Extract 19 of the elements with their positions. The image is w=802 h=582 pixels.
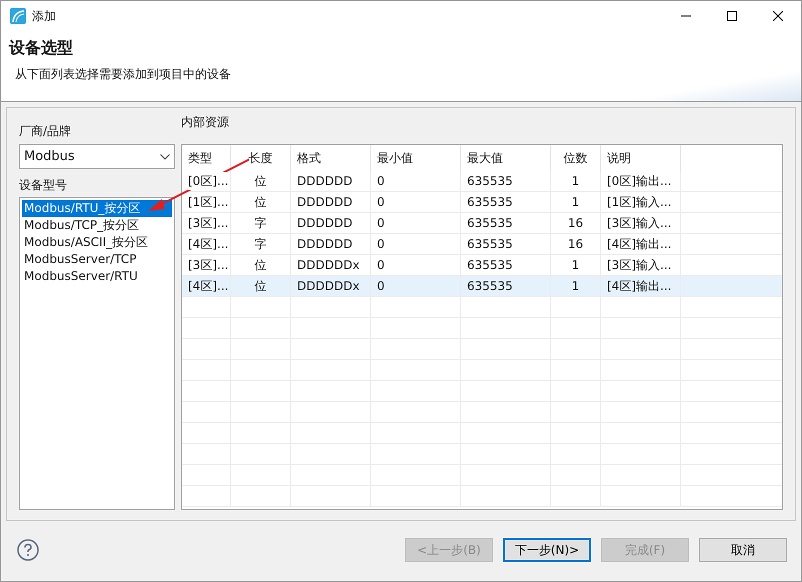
window-title: 添加: [32, 8, 56, 25]
dialog-button[interactable]: 取消: [699, 538, 787, 562]
close-icon: [773, 11, 783, 21]
help-icon[interactable]: [17, 539, 39, 561]
chevron-icon: [160, 154, 170, 160]
list-item[interactable]: Modbus/TCP_按分区: [22, 217, 172, 234]
maximize-icon: [727, 11, 737, 21]
page-subtitle: 从下面列表选择需要添加到项目中的设备: [15, 66, 232, 83]
list-item[interactable]: Modbus/ASCII_按分区: [22, 234, 172, 251]
field-label: 设备型号: [19, 177, 68, 194]
page-title: 设备选型: [9, 37, 74, 59]
vendor-dropdown[interactable]: Modbus: [19, 144, 175, 169]
app-logo-icon: [10, 8, 26, 24]
list-item[interactable]: ModbusServer/RTU: [22, 268, 172, 285]
field-label: 厂商/品牌: [19, 123, 72, 140]
list-item[interactable]: ModbusServer/TCP: [22, 251, 172, 268]
dialog-button[interactable]: 下一步(N)>: [503, 538, 591, 562]
field-label: 内部资源: [181, 114, 230, 131]
list-item[interactable]: Modbus/RTU_按分区: [22, 200, 172, 217]
